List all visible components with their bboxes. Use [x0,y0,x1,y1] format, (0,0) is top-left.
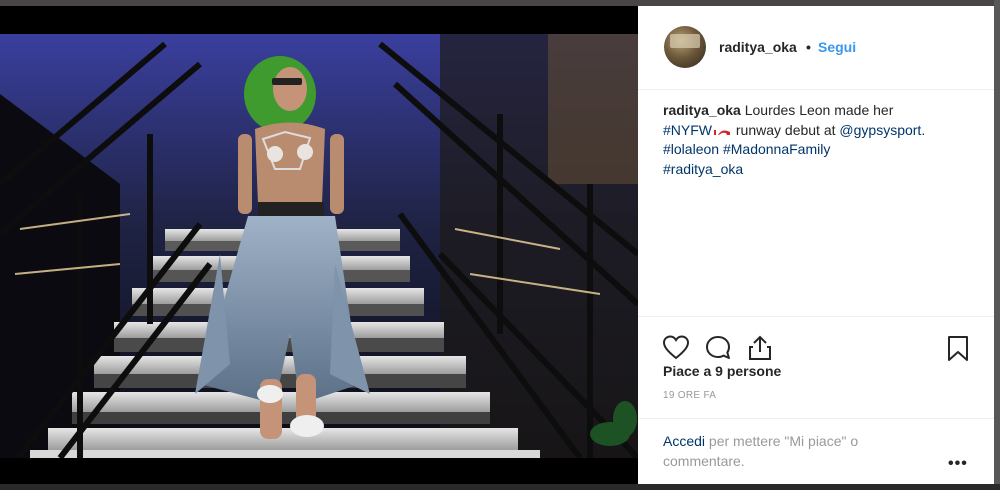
follow-button[interactable]: Segui [818,39,856,55]
hashtag-nyfw[interactable]: #NYFW [663,122,712,138]
action-bar [638,316,994,362]
post-side-panel: raditya_oka • Segui raditya_oka Lourdes … [638,6,994,484]
comment-login-area: Accedi per mettere "Mi piace" o commenta… [638,418,994,484]
photo-letterbox-top [0,6,638,34]
caption-text-after: . [921,121,926,138]
post-timestamp[interactable]: 19 ORE FA [663,390,716,401]
bookmark-icon[interactable] [944,334,972,362]
login-prompt: Accedi per mettere "Mi piace" o commenta… [663,432,933,471]
hashtag-madonnafamily[interactable]: #MadonnaFamily [723,141,830,157]
background-strip-right [994,0,1000,490]
high-heel-emoji-icon [713,129,730,135]
avatar[interactable] [664,26,706,68]
likes-count[interactable]: Piace a 9 persone [663,363,781,379]
post-photo[interactable] [0,6,638,484]
caption-text-mid: runway debut at [735,121,836,138]
post-caption: raditya_oka Lourdes Leon made her #NYFW … [663,101,973,179]
background-strip-bottom [0,484,1000,490]
login-link[interactable]: Accedi [663,433,705,449]
avatar-image [670,34,700,48]
comment-icon[interactable] [704,334,732,362]
mention-gypsysport[interactable]: @gypsysport [839,122,921,138]
header-separator: • [806,39,811,55]
hashtag-lolaleon[interactable]: #lolaleon [663,141,719,157]
share-icon[interactable] [746,334,774,362]
heart-icon[interactable] [662,334,690,362]
header-username[interactable]: raditya_oka [719,39,797,55]
more-options-button[interactable]: ••• [948,455,968,473]
runway-photo-illustration [0,34,638,458]
post-header: raditya_oka • Segui [638,6,994,90]
hashtag-raditya-oka[interactable]: #raditya_oka [663,161,743,177]
caption-username[interactable]: raditya_oka [663,102,741,118]
photo-letterbox-bottom [0,458,638,484]
caption-text-before: Lourdes Leon made her [744,102,894,118]
